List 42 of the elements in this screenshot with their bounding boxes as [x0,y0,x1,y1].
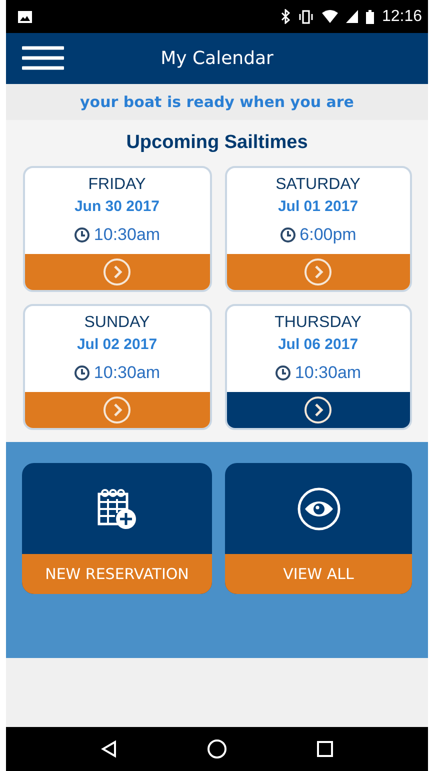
eye-icon [296,486,340,530]
calendar-add-icon [97,488,137,530]
sailtime-date: Jul 02 2017 [76,336,158,353]
clock-icon [274,365,291,381]
sailtime-date: Jun 30 2017 [74,198,160,215]
sailtime-day: THURSDAY [274,314,362,332]
back-button[interactable] [101,740,117,758]
sailtime-time: 10:30am [94,363,160,383]
home-button[interactable] [207,739,227,759]
chevron-circle-icon [304,258,332,286]
action-tile[interactable]: NEW RESERVATION [22,463,212,594]
chevron-circle-icon [103,396,131,424]
bluetooth-icon [280,9,290,24]
sailtime-day: SATURDAY [276,176,360,194]
chevron-circle-icon [103,258,131,286]
clock-icon [74,365,90,381]
details-button[interactable] [226,392,410,428]
status-time: 12:16 [382,8,422,26]
sailtime-time: 10:30am [294,363,362,383]
menu-icon [22,46,64,70]
section-title: Upcoming Sailtimes [126,132,308,154]
sailtime-date: Jul 06 2017 [278,336,358,353]
clock-icon [74,227,90,243]
sailtime-time: 10:30am [94,225,160,245]
sailtime-day: SUNDAY [84,314,150,332]
tagline: your boat is ready when you are [80,93,354,111]
sailtime-time: 6:00pm [300,225,356,245]
sailtime-day: FRIDAY [88,176,146,194]
app-bar-title: My Calendar [160,48,274,69]
recents-button[interactable] [317,741,333,757]
vibrate-icon [298,10,314,24]
wifi-icon [322,10,338,23]
clock-icon [280,227,296,243]
action-tile[interactable]: VIEW ALL [225,463,412,594]
home-icon [207,739,227,759]
battery-icon [366,10,374,24]
image-icon [18,10,32,22]
back-icon [101,740,117,758]
recents-icon [317,741,333,757]
signal-icon [346,10,358,23]
sailtime-date: Jul 01 2017 [278,198,358,215]
chevron-circle-icon [304,396,332,424]
